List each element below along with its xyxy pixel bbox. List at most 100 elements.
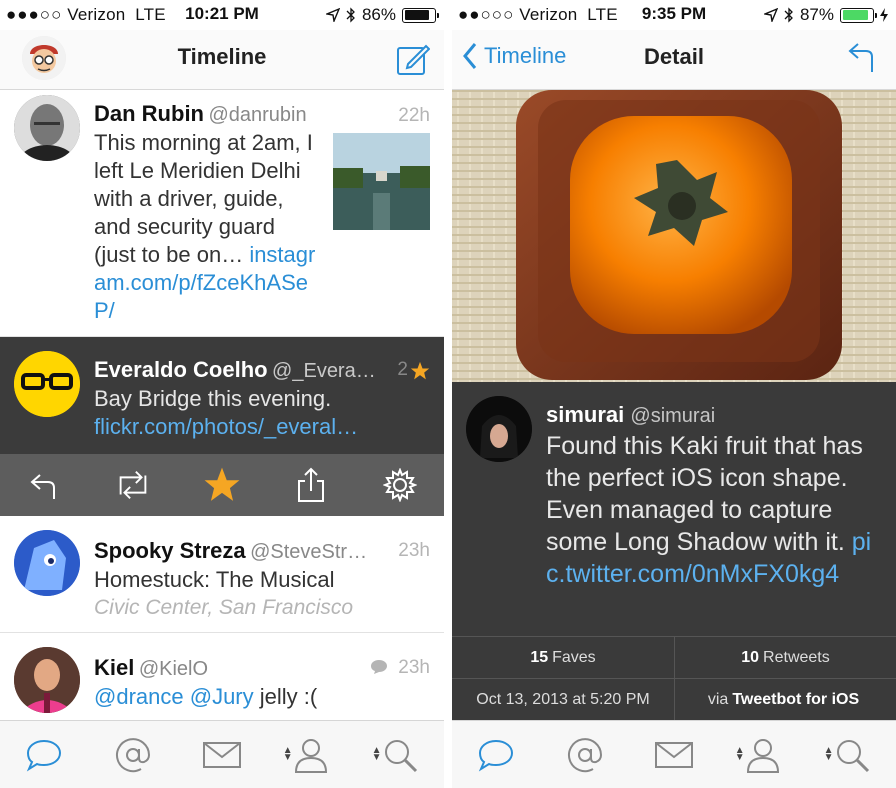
page-title: Detail [644, 44, 704, 69]
faves-label: Faves [552, 648, 596, 666]
battery-icon [402, 7, 439, 23]
switch-arrows-icon[interactable]: ▲ ▼ [372, 745, 382, 762]
screen-divider [444, 0, 452, 788]
at-sign-icon [116, 737, 151, 772]
avatar[interactable] [14, 351, 80, 417]
detail-screen: ●●○○○ Verizon LTE 9:35 PM 87% Timeline D… [452, 0, 896, 788]
reply-button[interactable] [24, 465, 64, 505]
tweet-time: 23h [398, 540, 430, 561]
tweet-handle: @danrubin [208, 104, 307, 126]
tab-search[interactable]: ▲ ▼ [370, 730, 430, 780]
tweet-cell-selected[interactable]: Everaldo Coelho @_Evera… 2 Bay Bridge th… [0, 337, 444, 454]
favorite-button[interactable] [202, 465, 242, 505]
charging-icon [880, 8, 888, 22]
via-app: Tweetbot for iOS [732, 690, 860, 708]
switch-arrows-icon[interactable]: ▲ ▼ [735, 745, 745, 762]
timeline-screen: ●●●○○ Verizon LTE 10:21 PM 86% Timeline [0, 0, 444, 788]
person-icon [746, 738, 779, 773]
at-sign-icon [568, 737, 603, 772]
status-bar: ●●○○○ Verizon LTE 9:35 PM 87% [452, 0, 896, 30]
tweet-timestamp: Oct 13, 2013 at 5:20 PM [476, 690, 650, 708]
battery-percent: 87% [799, 5, 834, 24]
tweet-handle: @_Evera… [272, 360, 374, 382]
star-icon [204, 467, 240, 501]
avatar[interactable] [14, 95, 80, 161]
page-title: Timeline [177, 44, 267, 69]
tweet-location[interactable]: Civic Center, San Francisco [94, 594, 430, 622]
tweet-photo[interactable] [452, 90, 896, 382]
avatar[interactable] [14, 647, 80, 713]
location-icon [325, 8, 340, 22]
battery-percent: 86% [361, 5, 396, 24]
tweet-author[interactable]: simurai [546, 402, 624, 427]
tweet-handle: @SteveStr… [250, 541, 368, 563]
tweet-handle: @KielO [138, 658, 209, 680]
share-button[interactable] [291, 465, 331, 505]
retweet-button[interactable] [113, 465, 153, 505]
search-icon [836, 739, 869, 772]
tweet-author[interactable]: Spooky Streza [94, 538, 246, 563]
tab-messages[interactable] [192, 730, 252, 780]
share-icon [297, 467, 324, 502]
switch-arrows-icon[interactable]: ▲ ▼ [824, 745, 834, 762]
mention-link[interactable]: @Jury [190, 684, 254, 709]
tweet-cell[interactable]: Dan Rubin @danrubin 22h This morning at … [0, 91, 444, 337]
envelope-icon [202, 741, 241, 768]
tweet-time: 22h [398, 105, 430, 126]
tweet-date: Oct 13, 2013 at 5:20 PM [452, 678, 674, 720]
tweet-text: jelly :( [259, 684, 318, 709]
location-icon [763, 8, 778, 22]
tweet-author[interactable]: Kiel [94, 655, 134, 680]
tweet-text: Bay Bridge this evening. [94, 386, 332, 411]
tab-mentions[interactable] [555, 730, 615, 780]
envelope-icon [654, 741, 693, 768]
tweet-text: Homestuck: The Musical [94, 567, 335, 592]
tweet-author[interactable]: Dan Rubin [94, 101, 204, 126]
tweet-time: 2 [397, 359, 408, 380]
tweet-author[interactable]: Everaldo Coelho [94, 357, 268, 382]
reply-icon[interactable] [846, 40, 878, 74]
retweet-icon [119, 470, 147, 500]
tweet-cell[interactable]: Kiel @KielO 23h @drance @Jury jelly :( [0, 633, 444, 721]
speech-bubble-icon [27, 739, 62, 772]
battery-icon [840, 7, 877, 23]
navigation-bar: Timeline Detail [452, 30, 896, 90]
settings-button[interactable] [380, 465, 420, 505]
tweet-stats: 15 Faves 10 Retweets Oct 13, 2013 at 5:20 … [452, 636, 896, 720]
tweet-time: 23h [398, 657, 430, 678]
tab-timeline[interactable] [466, 730, 526, 780]
bluetooth-icon [784, 7, 793, 23]
retweets-label: Retweets [763, 648, 830, 666]
retweets-count[interactable]: 10 Retweets [674, 636, 896, 678]
bluetooth-icon [346, 7, 355, 23]
person-icon [294, 738, 327, 773]
avatar[interactable] [466, 396, 532, 462]
search-icon [384, 739, 417, 772]
tweet-handle: @simurai [630, 405, 716, 427]
tweet-detail: simurai @simurai Found this Kaki fruit t… [452, 382, 896, 720]
tab-search[interactable]: ▲ ▼ [822, 730, 882, 780]
navigation-bar: Timeline [0, 30, 444, 90]
avatar[interactable] [14, 530, 80, 596]
via-label: via [707, 690, 729, 708]
reply-icon [30, 474, 56, 499]
tab-messages[interactable] [644, 730, 704, 780]
gear-icon [382, 468, 417, 502]
favorited-star-icon [410, 361, 430, 380]
switch-arrows-icon[interactable]: ▲ ▼ [283, 745, 293, 762]
tab-mentions[interactable] [103, 730, 163, 780]
faves-count[interactable]: 15 Faves [452, 636, 674, 678]
tweet-media-thumbnail[interactable] [333, 133, 430, 230]
mention-link[interactable]: @drance [94, 684, 184, 709]
tweet-source[interactable]: via Tweetbot for iOS [674, 678, 896, 720]
tweet-text: Found this Kaki fruit that has the perfe… [546, 432, 863, 556]
faves-number: 15 [530, 648, 549, 666]
tweet-action-bar [0, 454, 444, 516]
compose-icon[interactable] [396, 42, 430, 76]
tweet-link[interactable]: flickr.com/photos/_everal… [94, 413, 430, 441]
tab-timeline[interactable] [14, 730, 74, 780]
tab-profile[interactable]: ▲ ▼ [733, 730, 793, 780]
tweet-cell[interactable]: Spooky Streza @SteveStr… 23h Homestuck: … [0, 516, 444, 633]
tab-profile[interactable]: ▲ ▼ [281, 730, 341, 780]
tab-bar: ▲ ▼ ▲ ▼ [452, 720, 896, 788]
